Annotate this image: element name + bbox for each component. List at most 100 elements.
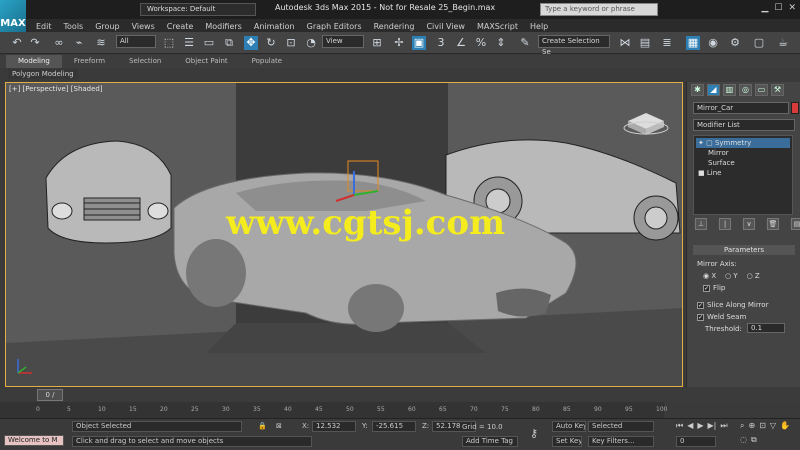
pan-icon[interactable]: ✋ [780, 421, 790, 431]
select-scale-icon[interactable]: ⊡ [284, 36, 298, 50]
stack-item-mirror[interactable]: Mirror [696, 148, 790, 158]
zoom-all-icon[interactable]: ⊕ [748, 421, 755, 431]
layer-manager-icon[interactable]: ≣ [660, 36, 674, 50]
stack-item-surface[interactable]: Surface [696, 158, 790, 168]
auto-key-button[interactable]: Auto Key [552, 421, 586, 432]
ribbon-tab-populate[interactable]: Populate [240, 55, 294, 68]
time-slider[interactable] [0, 388, 800, 402]
axis-x-radio[interactable]: ◉ X [703, 272, 716, 280]
unlink-icon[interactable]: ⌁ [72, 36, 86, 50]
goto-end-icon[interactable]: ⏭ [720, 421, 727, 431]
modifier-list-dropdown[interactable]: Modifier List [693, 119, 795, 131]
zoom-icon[interactable]: ⌕ [740, 421, 744, 431]
ribbon-tab-modeling[interactable]: Modeling [6, 55, 62, 68]
app-logo[interactable]: MAX [0, 0, 26, 32]
align-icon[interactable]: ▤ [638, 36, 652, 50]
workspace-dropdown[interactable]: Workspace: Default [140, 3, 256, 16]
select-by-name-icon[interactable]: ☰ [182, 36, 196, 50]
reference-coordinate-dropdown[interactable]: View [322, 35, 364, 48]
percent-snap-icon[interactable]: % [474, 36, 488, 50]
slice-along-mirror-checkbox[interactable]: ✓ Slice Along Mirror [697, 301, 768, 309]
select-object-icon[interactable]: ⬚ [162, 36, 176, 50]
pivot-center-icon[interactable]: ⊞ [370, 36, 384, 50]
frame-counter[interactable]: 0 / 100 [37, 389, 63, 409]
mirror-icon[interactable]: ⋈ [618, 36, 632, 50]
search-input[interactable]: Type a keyword or phrase [540, 3, 658, 16]
flip-checkbox[interactable]: ✓ Flip [703, 284, 725, 292]
utilities-tab-icon[interactable]: ⚒ [771, 84, 784, 96]
goto-start-icon[interactable]: ⏮ [676, 421, 683, 431]
material-editor-icon[interactable]: ◉ [706, 36, 720, 50]
maximize-viewport-icon[interactable]: ⧉ [751, 435, 757, 445]
stack-item-symmetry[interactable]: ✦ ▢ Symmetry [696, 138, 790, 148]
ribbon-tab-freeform[interactable]: Freeform [62, 55, 117, 68]
mirror-axis-label: Mirror Axis: [697, 260, 737, 268]
keyboard-shortcut-icon[interactable]: ▣ [412, 36, 426, 50]
play-icon[interactable]: ▶ [697, 421, 703, 431]
viewport-label[interactable]: [+] [Perspective] [Shaded] [9, 85, 103, 93]
parameters-rollout[interactable]: Parameters [693, 245, 795, 255]
ribbon-tab-selection[interactable]: Selection [117, 55, 173, 68]
create-tab-icon[interactable]: ✱ [691, 84, 704, 96]
track-bar[interactable]: 0 5 10 15 20 25 30 35 40 45 50 55 60 65 70 75 80 85 90 95 10… [0, 402, 667, 418]
set-key-button[interactable]: Set Key [552, 436, 582, 447]
render-production-icon[interactable]: ☕ [776, 36, 790, 50]
next-frame-icon[interactable]: ▶| [708, 421, 717, 431]
lock-icon[interactable]: 🔒 [258, 422, 267, 430]
angle-snap-icon[interactable]: ∠ [454, 36, 468, 50]
make-unique-icon[interactable]: ∨ [743, 218, 755, 230]
hierarchy-tab-icon[interactable]: ▥ [723, 84, 736, 96]
y-coordinate[interactable]: -25.615 [372, 421, 416, 432]
redo-icon[interactable]: ↷ [28, 36, 42, 50]
x-coordinate[interactable]: 12.532 [312, 421, 356, 432]
display-tab-icon[interactable]: ▭ [755, 84, 768, 96]
render-frame-icon[interactable]: ▢ [752, 36, 766, 50]
object-color-swatch[interactable] [791, 102, 799, 114]
modify-tab-icon[interactable]: ◢ [707, 84, 720, 96]
key-icon[interactable]: ⚷ [530, 427, 538, 440]
rectangular-selection-icon[interactable]: ▭ [202, 36, 216, 50]
absolute-mode-icon[interactable]: ⊠ [276, 422, 282, 430]
motion-tab-icon[interactable]: ◎ [739, 84, 752, 96]
configure-sets-icon[interactable]: ▤ [791, 218, 800, 230]
axis-y-radio[interactable]: ○ Y [725, 272, 738, 280]
zoom-extents-icon[interactable]: ⊡ [759, 421, 766, 431]
ribbon-panel-label[interactable]: Polygon Modeling [8, 69, 78, 79]
axis-z-radio[interactable]: ○ Z [747, 272, 760, 280]
link-icon[interactable]: ∞ [52, 36, 66, 50]
close-icon[interactable]: ✕ [788, 3, 796, 13]
object-name-field[interactable]: Mirror_Car [693, 102, 789, 114]
current-frame-field[interactable]: 0 [676, 436, 716, 447]
scene-explorer-icon[interactable]: ▦ [686, 36, 700, 50]
undo-icon[interactable]: ↶ [10, 36, 24, 50]
maximize-icon[interactable]: ☐ [774, 3, 782, 13]
edit-named-selection-icon[interactable]: ✎ [518, 36, 532, 50]
orbit-icon[interactable]: ◌ [740, 435, 747, 445]
key-filters-button[interactable]: Key Filters... [588, 436, 654, 447]
window-crossing-icon[interactable]: ⧉ [222, 36, 236, 50]
ribbon-tab-object-paint[interactable]: Object Paint [173, 55, 239, 68]
maxscript-listener[interactable]: Welcome to M [4, 435, 64, 446]
stack-item-line[interactable]: ■ Line [696, 168, 790, 178]
minimize-icon[interactable]: ▁ [761, 3, 768, 13]
select-place-icon[interactable]: ◔ [304, 36, 318, 50]
named-selection-dropdown[interactable]: Create Selection Se [538, 35, 610, 56]
bind-space-warp-icon[interactable]: ≋ [94, 36, 108, 50]
threshold-spinner[interactable]: 0.1 [747, 323, 785, 333]
fov-icon[interactable]: ▽ [770, 421, 776, 431]
pin-stack-icon[interactable]: ⊥ [695, 218, 707, 230]
select-rotate-icon[interactable]: ↻ [264, 36, 278, 50]
selection-filter-dropdown[interactable]: All [116, 35, 156, 48]
prev-frame-icon[interactable]: ◀ [687, 421, 693, 431]
perspective-viewport[interactable]: [+] [Perspective] [Shaded] www.cgtsj.com [5, 82, 683, 387]
show-end-result-icon[interactable]: | [719, 218, 731, 230]
weld-seam-checkbox[interactable]: ✓ Weld Seam [697, 313, 746, 321]
key-mode-dropdown[interactable]: Selected [588, 421, 654, 432]
select-manipulate-icon[interactable]: ✢ [392, 36, 406, 50]
remove-modifier-icon[interactable]: 🗑 [767, 218, 779, 230]
select-move-icon[interactable]: ✥ [244, 36, 258, 50]
render-setup-icon[interactable]: ⚙ [728, 36, 742, 50]
add-time-tag-button[interactable]: Add Time Tag [462, 436, 518, 447]
snaps-toggle-icon[interactable]: 3 [434, 36, 448, 50]
spinner-snap-icon[interactable]: ⇕ [494, 36, 508, 50]
